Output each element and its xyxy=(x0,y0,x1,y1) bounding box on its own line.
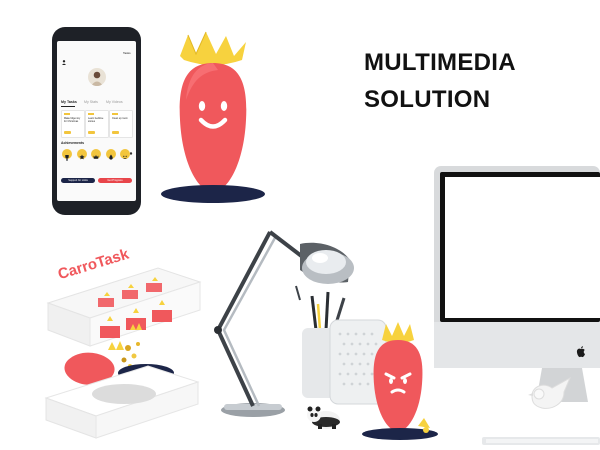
task-card[interactable]: Clean up room xyxy=(109,110,133,138)
carrot-mascot-angry xyxy=(362,322,438,440)
task-card[interactable]: Learn bedtime stories xyxy=(85,110,109,138)
task-title: Learn bedtime stories xyxy=(88,117,104,123)
task-card-accent xyxy=(88,113,94,115)
tab-underline xyxy=(61,106,75,107)
task-card-accent xyxy=(112,113,118,115)
achievements-label: Achievements xyxy=(61,141,84,145)
task-card[interactable]: Make fidget toy for Christmas xyxy=(61,110,85,138)
carrot-mascot-happy xyxy=(161,31,265,203)
headline-line-2: SOLUTION xyxy=(364,86,491,113)
progress-button[interactable]: Get Progress xyxy=(98,178,132,183)
task-tag xyxy=(64,131,71,134)
tab-my-stats[interactable]: My Stats xyxy=(84,100,98,104)
screen-top-right-label[interactable]: Tasks xyxy=(123,51,131,55)
avatar xyxy=(88,68,106,86)
task-tag xyxy=(112,131,119,134)
task-card-accent xyxy=(64,113,70,115)
tab-my-videos[interactable]: My Videos xyxy=(106,100,123,104)
tab-my-tasks[interactable]: My Tasks xyxy=(61,100,77,104)
bird-figurine xyxy=(528,376,572,409)
trophy-icon[interactable] xyxy=(62,149,72,161)
crown-icon[interactable] xyxy=(91,149,101,159)
task-tag xyxy=(88,131,95,134)
headline-line-1: MULTIMEDIA xyxy=(364,49,516,76)
task-title: Clean up room xyxy=(112,117,128,120)
support-button[interactable]: Support for Links xyxy=(61,178,95,183)
profile-icon[interactable] xyxy=(62,52,66,65)
phone-screen: Tasks My Tasks My Stats My Videos Make f… xyxy=(57,41,136,201)
task-title: Make fidget toy for Christmas xyxy=(64,117,81,123)
page-headline: MULTIMEDIA SOLUTION xyxy=(364,44,516,118)
face-icon[interactable] xyxy=(120,149,130,159)
panda-figurine xyxy=(307,406,340,429)
drop-icon[interactable] xyxy=(105,149,116,160)
star-icon[interactable] xyxy=(76,149,87,160)
apple-logo-icon xyxy=(576,346,585,358)
